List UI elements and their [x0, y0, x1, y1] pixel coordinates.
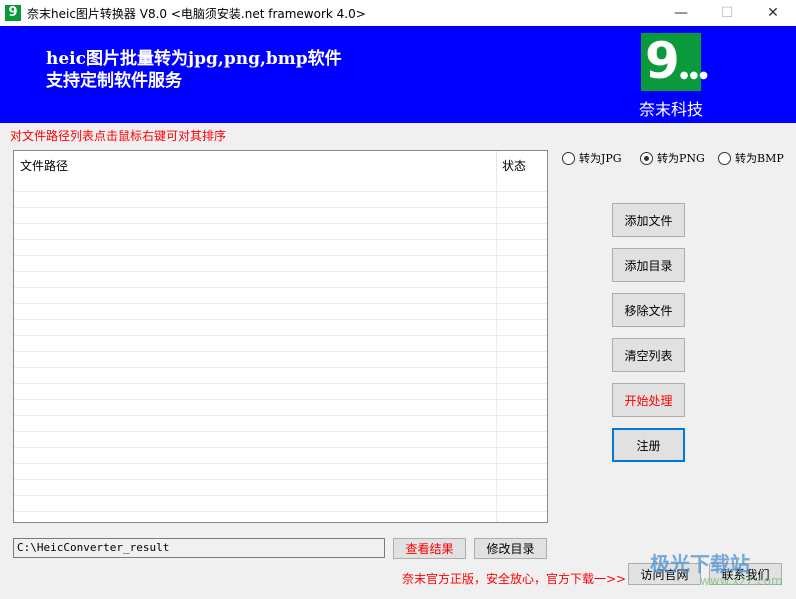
radio-label: 转为PNG	[657, 152, 705, 165]
output-path-field[interactable]: C:\HeicConverter_result	[13, 538, 385, 558]
row-line	[14, 415, 547, 416]
row-line	[14, 495, 547, 496]
clear-list-button[interactable]: 清空列表	[612, 338, 685, 372]
row-line	[14, 223, 547, 224]
radio-circle-selected[interactable]	[640, 151, 653, 165]
view-result-button[interactable]: 查看结果	[393, 538, 466, 559]
start-button[interactable]: 开始处理	[612, 383, 685, 417]
row-line	[14, 207, 547, 208]
row-line	[14, 303, 547, 304]
company-logo: 9●●●	[641, 32, 708, 91]
column-header-status[interactable]: 状态	[502, 157, 526, 174]
radio-jpg[interactable]: 转为JPG	[562, 150, 622, 166]
close-button[interactable]: ✕	[750, 0, 796, 26]
logo-mark: 9	[645, 32, 680, 90]
add-directory-button[interactable]: 添加目录	[612, 248, 685, 282]
register-button[interactable]: 注册	[612, 428, 685, 462]
app-icon: 9	[5, 5, 21, 21]
row-line	[14, 431, 547, 432]
minimize-button[interactable]: —	[658, 0, 704, 26]
sort-hint: 对文件路径列表点击鼠标右键可对其排序	[10, 129, 227, 143]
remove-file-button[interactable]: 移除文件	[612, 293, 685, 327]
watermark-name: 极光下载站	[650, 552, 750, 576]
row-line	[14, 287, 547, 288]
row-line	[14, 239, 547, 240]
row-line	[14, 399, 547, 400]
column-header-path[interactable]: 文件路径	[20, 157, 68, 174]
banner-line-2: 支持定制软件服务	[46, 71, 182, 91]
title-bar: 9 奈末heic图片转换器 V8.0 <电脑须安装.net framework …	[0, 0, 796, 26]
radio-circle[interactable]	[718, 151, 731, 165]
radio-bmp[interactable]: 转为BMP	[718, 150, 784, 166]
radio-label: 转为BMP	[735, 152, 784, 165]
row-line	[14, 351, 547, 352]
promo-text: 奈末官方正版，安全放心，官方下载一>>	[402, 572, 627, 586]
window-title: 奈末heic图片转换器 V8.0 <电脑须安装.net framework 4.…	[27, 7, 366, 21]
row-line	[14, 383, 547, 384]
radio-label: 转为JPG	[579, 152, 622, 165]
row-line	[14, 335, 547, 336]
change-directory-button[interactable]: 修改目录	[474, 538, 547, 559]
file-list[interactable]: 文件路径 状态	[13, 150, 548, 523]
add-file-button[interactable]: 添加文件	[612, 203, 685, 237]
column-separator	[496, 177, 497, 522]
row-line	[14, 479, 547, 480]
row-line	[14, 255, 547, 256]
row-line	[14, 511, 547, 512]
logo-dots: ●●●	[679, 70, 709, 81]
row-line	[14, 191, 547, 192]
watermark-url: www.xz7.com	[700, 574, 783, 588]
row-line	[14, 271, 547, 272]
maximize-button[interactable]: ☐	[704, 0, 750, 26]
radio-circle[interactable]	[562, 151, 575, 165]
radio-png[interactable]: 转为PNG	[640, 150, 705, 166]
company-name: 奈末科技	[638, 100, 703, 119]
row-line	[14, 463, 547, 464]
row-line	[14, 319, 547, 320]
row-line	[14, 367, 547, 368]
column-divider[interactable]	[496, 151, 497, 177]
row-line	[14, 447, 547, 448]
